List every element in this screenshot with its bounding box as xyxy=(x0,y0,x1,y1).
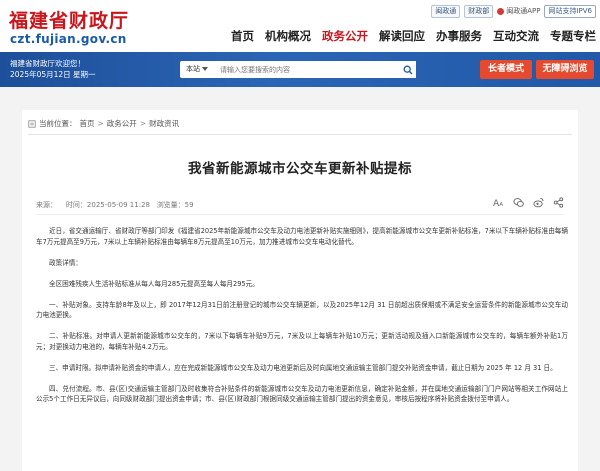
article-paragraph: 全区困难残疾人生活补贴标准从每人每月285元提高至每人每月295元。 xyxy=(49,279,259,288)
breadcrumb-separator: > xyxy=(97,119,104,128)
article-paragraph: 二、补贴标准。对申请人更新新能源城市公交车的，7米以下每辆车补贴9万元，7米及以… xyxy=(36,332,568,351)
top-link-mof[interactable]: 财政部 xyxy=(464,5,494,18)
article-meta: 来源： 时间：2025-05-09 11:28 浏览量：59 xyxy=(36,200,194,210)
font-size-icon[interactable]: A A xyxy=(493,197,504,208)
nav-interpretation[interactable]: 解读回应 xyxy=(379,28,425,47)
search-icon xyxy=(403,65,412,74)
banner: 福建省财政厅欢迎您！ 2025年05月12日 星期一 本站 长者模式 无障碍浏览 xyxy=(0,52,600,87)
nav-topics[interactable]: 专题专栏 xyxy=(550,28,596,47)
article-time: 时间：2025-05-09 11:28 xyxy=(65,201,150,209)
welcome-text: 福建省财政厅欢迎您！ 2025年05月12日 星期一 xyxy=(10,58,96,80)
welcome-message: 福建省财政厅欢迎您！ xyxy=(10,59,85,68)
top-link-app[interactable]: 闽政通APP xyxy=(497,6,540,17)
nav-services[interactable]: 办事服务 xyxy=(436,28,482,47)
current-date: 2025年05月12日 星期一 xyxy=(10,70,96,79)
share-icon[interactable] xyxy=(553,197,564,208)
site-title[interactable]: 福建省财政厅 xyxy=(9,6,129,33)
weibo-icon[interactable] xyxy=(533,197,544,208)
article-paragraph: 三、申请时限。拟申请补贴资金的申请人，应在完成新能源城市公交车及动力电池更新后及… xyxy=(49,363,557,372)
main-nav: 首页 机构概况 政务公开 解读回应 办事服务 互动交流 专题专栏 xyxy=(231,28,596,47)
ipv6-badge[interactable]: 网站支持IPV6 xyxy=(544,5,596,18)
svg-text:A: A xyxy=(499,202,503,208)
breadcrumb-finance-news[interactable]: 财政资讯 xyxy=(149,118,179,129)
breadcrumb-separator: > xyxy=(139,119,147,128)
nav-home[interactable]: 首页 xyxy=(231,28,254,47)
elder-mode-button[interactable]: 长者模式 xyxy=(480,60,532,79)
meta-divider xyxy=(36,214,564,215)
article-paragraph: 一、补贴对象。支持车龄8年及以上，即 2017年12月31日前注册登记的城市公交… xyxy=(36,300,568,320)
search-scope-select[interactable]: 本站 xyxy=(186,61,208,78)
nav-interaction[interactable]: 互动交流 xyxy=(493,28,539,47)
site-header: 福建省财政厅 czt.fujian.gov.cn 闽政通 财政部 闽政通APP … xyxy=(0,0,600,52)
breadcrumb-prefix: 当前位置： xyxy=(39,119,77,128)
accessibility-button[interactable]: 无障碍浏览 xyxy=(536,60,594,79)
breadcrumb-gov-affairs[interactable]: 政务公开 xyxy=(107,118,137,129)
search-input[interactable] xyxy=(220,62,390,77)
top-link-minzhengtong[interactable]: 闽政通 xyxy=(431,5,461,18)
chevron-down-icon xyxy=(202,67,208,71)
search-scope-label: 本站 xyxy=(186,65,200,73)
nav-about[interactable]: 机构概况 xyxy=(265,28,311,47)
search-box: 本站 xyxy=(180,61,416,78)
wechat-icon[interactable] xyxy=(513,197,524,208)
breadcrumb-home[interactable]: 首页 xyxy=(80,118,95,129)
top-links: 闽政通 财政部 闽政通APP 网站支持IPV6 xyxy=(431,5,596,18)
article-paragraph: 政策详情： xyxy=(49,258,82,267)
article-paragraph: 四、兑付流程。市、县(区)交通运输主管部门及时收集符合补贴条件的新能源城市公交车… xyxy=(36,384,568,404)
share-tools: A A xyxy=(493,197,564,208)
location-icon xyxy=(28,119,36,128)
breadcrumb-divider xyxy=(28,134,572,135)
top-link-app-label: 闽政通APP xyxy=(506,7,541,15)
article-body: 近日，省交通运输厅、省财政厅等部门印发《福建省2025年新能源城市公交车及动力电… xyxy=(36,226,568,415)
article-views: 浏览量：59 xyxy=(156,201,194,209)
article-source: 来源： xyxy=(36,201,57,209)
search-button[interactable] xyxy=(399,61,416,78)
app-icon xyxy=(497,8,505,15)
article-title: 我省新能源城市公交车更新补贴提标 xyxy=(188,161,412,177)
article-paragraph: 近日，省交通运输厅、省财政厅等部门印发《福建省2025年新能源城市公交车及动力电… xyxy=(36,227,568,246)
breadcrumb: 当前位置： 首页 > 政务公开 > 财政资讯 xyxy=(28,118,179,129)
nav-gov-affairs[interactable]: 政务公开 xyxy=(322,28,368,47)
site-domain: czt.fujian.gov.cn xyxy=(10,32,127,46)
